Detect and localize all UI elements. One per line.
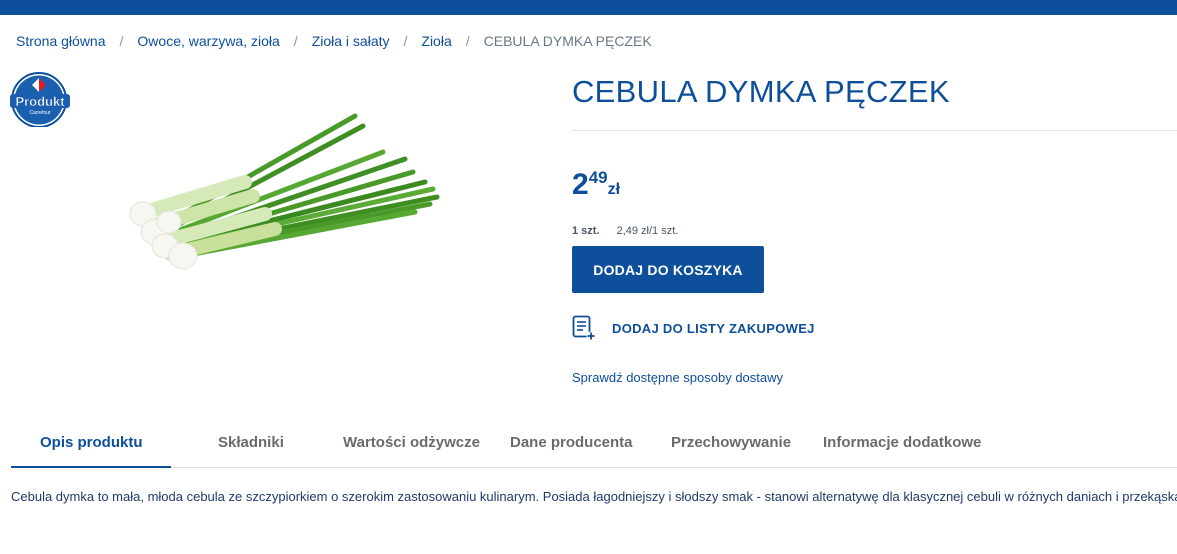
tab-producer[interactable]: Dane producenta bbox=[510, 434, 633, 451]
product-title: CEBULA DYMKA PĘCZEK bbox=[572, 74, 950, 109]
delivery-options-link[interactable]: Sprawdź dostępne sposoby dostawy bbox=[572, 370, 783, 385]
title-divider bbox=[572, 130, 1177, 131]
top-bar bbox=[0, 0, 1177, 15]
breadcrumb-separator: / bbox=[465, 33, 470, 49]
breadcrumb-fruits-vegetables[interactable]: Owoce, warzywa, zioła bbox=[137, 33, 279, 49]
shopping-list-add-icon bbox=[572, 315, 596, 341]
unit-quantity: 1 szt. bbox=[572, 225, 600, 237]
breadcrumb: Strona główna / Owoce, warzywa, zioła / … bbox=[16, 33, 652, 49]
breadcrumb-current: CEBULA DYMKA PĘCZEK bbox=[483, 33, 652, 49]
product-tabs: Opis produktu Składniki Wartości odżywcz… bbox=[11, 420, 1177, 468]
add-to-list-label: DODAJ DO LISTY ZAKUPOWEJ bbox=[612, 320, 815, 336]
product-price: 249zł bbox=[572, 168, 620, 202]
tab-ingredients[interactable]: Składniki bbox=[218, 434, 284, 451]
breadcrumb-home[interactable]: Strona główna bbox=[16, 33, 106, 49]
tab-nutrition[interactable]: Wartości odżywcze bbox=[343, 434, 480, 451]
add-to-cart-button[interactable]: DODAJ DO KOSZYKA bbox=[572, 246, 764, 293]
svg-text:Produkt: Produkt bbox=[15, 94, 65, 109]
tab-additional-info[interactable]: Informacje dodatkowe bbox=[823, 434, 981, 451]
carrefour-produkt-badge-icon: Produkt Carrefour bbox=[10, 72, 70, 127]
price-integer: 2 bbox=[572, 168, 589, 201]
breadcrumb-separator: / bbox=[119, 33, 124, 49]
tab-storage[interactable]: Przechowywanie bbox=[671, 434, 791, 451]
breadcrumb-separator: / bbox=[293, 33, 298, 49]
active-tab-indicator bbox=[11, 466, 171, 468]
unit-info: 1 szt. 2,49 zł/1 szt. bbox=[572, 225, 678, 237]
breadcrumb-herbs-salads[interactable]: Zioła i sałaty bbox=[312, 33, 390, 49]
add-to-list-button[interactable]: DODAJ DO LISTY ZAKUPOWEJ bbox=[572, 314, 815, 342]
breadcrumb-separator: / bbox=[403, 33, 408, 49]
unit-price: 2,49 zł/1 szt. bbox=[616, 225, 679, 237]
product-image bbox=[129, 113, 440, 270]
breadcrumb-herbs[interactable]: Zioła bbox=[421, 33, 451, 49]
product-description: Cebula dymka to mała, młoda cebula ze sz… bbox=[11, 489, 1177, 504]
tab-description[interactable]: Opis produktu bbox=[40, 434, 143, 451]
svg-text:Carrefour: Carrefour bbox=[29, 110, 50, 116]
price-decimal: 49 bbox=[588, 168, 608, 187]
price-currency: zł bbox=[607, 181, 621, 198]
